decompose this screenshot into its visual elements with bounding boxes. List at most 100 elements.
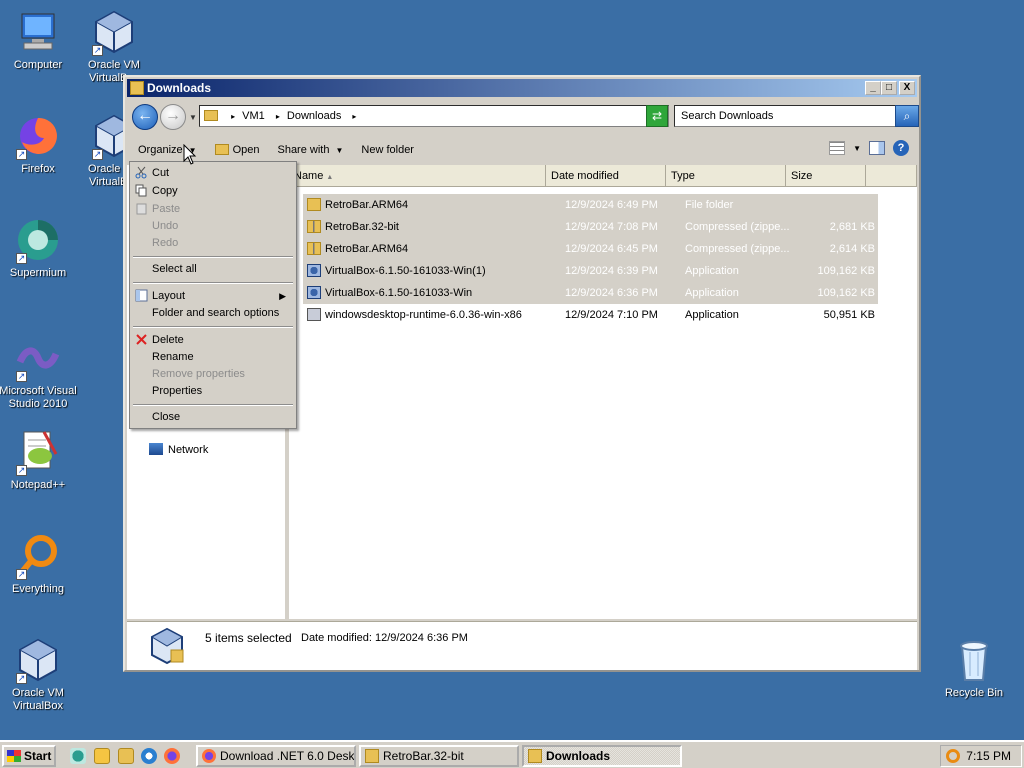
command-bar: Organize ▼ Open Share with ▼ New folder ▼ … — [129, 137, 915, 163]
file-date: 12/9/2024 6:39 PM — [565, 265, 658, 277]
share-with-button[interactable]: Share with ▼ — [268, 139, 352, 161]
refresh-button[interactable]: ⇄ — [646, 105, 668, 127]
breadcrumb-downloads[interactable]: Downloads — [287, 110, 341, 122]
menu-item-paste: Paste — [152, 203, 181, 215]
desktop-icon-firefox[interactable]: ↗ Firefox — [0, 112, 78, 176]
chevron-right-icon[interactable]: ▸ — [231, 112, 235, 121]
menu-separator — [133, 282, 293, 284]
share-with-label: Share with — [277, 144, 330, 156]
column-header-name[interactable]: Name ▲ — [289, 165, 546, 187]
mouse-cursor-icon — [183, 143, 197, 166]
taskbar: Start Download .NET 6.0 Deskt... RetroBa… — [0, 740, 1024, 768]
file-row[interactable]: RetroBar.ARM64 12/9/2024 6:49 PM File fo… — [303, 194, 878, 216]
menu-item-layout[interactable]: Layout ▶ — [152, 288, 292, 305]
forward-button[interactable]: → — [160, 104, 186, 130]
column-header-type[interactable]: Type — [666, 165, 786, 187]
desktop-icon-virtualbox-bottom[interactable]: ↗ Oracle VM VirtualBox — [0, 636, 78, 713]
file-name: VirtualBox-6.1.50-161033-Win(1) — [325, 265, 486, 277]
recent-pages-dropdown-icon[interactable]: ▼ — [189, 113, 197, 122]
search-icon: ⌕ — [903, 109, 911, 123]
chevron-right-icon[interactable]: ▸ — [276, 112, 280, 121]
column-header-filler — [866, 165, 917, 187]
search-button[interactable]: ⌕ — [895, 105, 919, 127]
open-button[interactable]: Open — [206, 139, 269, 161]
menu-item-delete[interactable]: Delete — [152, 332, 184, 349]
virtualbox-icon: ↗ — [90, 8, 138, 56]
search-input[interactable]: Search Downloads — [674, 105, 896, 127]
file-row[interactable]: VirtualBox-6.1.50-161033-Win 12/9/2024 6… — [303, 282, 878, 304]
start-label: Start — [24, 749, 52, 763]
taskbar-button-retrobar-folder[interactable]: RetroBar.32-bit — [359, 745, 519, 767]
everything-tray-icon[interactable] — [946, 749, 960, 763]
maximize-button[interactable]: □ — [881, 81, 897, 95]
desktop-icon-everything[interactable]: ↗ Everything — [0, 532, 78, 596]
address-bar[interactable]: ▸ VM1 ▸ Downloads ▸ ▼ — [199, 105, 669, 127]
explorer-quicklaunch-icon[interactable] — [118, 748, 134, 764]
file-name: RetroBar.ARM64 — [325, 243, 409, 255]
column-header-label: Name — [294, 170, 324, 182]
shortcut-arrow-icon: ↗ — [92, 149, 103, 160]
file-size: 2,681 KB — [829, 221, 875, 233]
supermium-quicklaunch-icon[interactable] — [70, 748, 86, 764]
file-size: 2,614 KB — [829, 243, 875, 255]
forward-arrow-icon: → — [165, 107, 181, 124]
change-view-icon[interactable] — [829, 141, 846, 155]
organize-label: Organize — [138, 144, 183, 156]
media-player-quicklaunch-icon[interactable] — [94, 748, 110, 764]
desktop-icon-recycle-bin[interactable]: Recycle Bin — [934, 636, 1014, 700]
clock[interactable]: 7:15 PM — [966, 749, 1011, 763]
organize-menu: Cut Copy Paste Undo Redo Select all Layo… — [129, 161, 297, 429]
network-icon — [149, 443, 163, 455]
nav-tree-network[interactable]: Network — [149, 443, 208, 456]
folder-icon — [307, 198, 321, 211]
shortcut-arrow-icon: ↗ — [92, 45, 103, 56]
menu-item-folder-options[interactable]: Folder and search options — [152, 305, 279, 322]
taskbar-button-downloads[interactable]: Downloads — [522, 745, 682, 767]
file-row[interactable]: windowsdesktop-runtime-6.0.36-win-x86 12… — [303, 304, 878, 326]
file-list: RetroBar.ARM64 12/9/2024 6:49 PM File fo… — [303, 194, 878, 326]
new-folder-button[interactable]: New folder — [352, 139, 423, 161]
desktop-icon-notepadpp[interactable]: ↗ Notepad++ — [0, 428, 78, 492]
internet-explorer-quicklaunch-icon[interactable] — [141, 748, 157, 764]
sort-ascending-icon: ▲ — [326, 174, 334, 181]
minimize-button[interactable]: _ — [865, 81, 881, 95]
title-bar[interactable]: Downloads _ □ X — [127, 79, 917, 97]
firefox-quicklaunch-icon[interactable] — [164, 748, 180, 764]
view-dropdown-icon[interactable]: ▼ — [853, 144, 861, 153]
desktop-icon-virtualbox-top[interactable]: ↗ Oracle VM VirtualBox — [74, 8, 154, 85]
help-icon[interactable]: ? — [893, 140, 909, 156]
start-button[interactable]: Start — [2, 745, 56, 767]
desktop-icon-supermium[interactable]: ↗ Supermium — [0, 216, 78, 280]
installer-app-icon — [307, 308, 321, 321]
taskbar-button-firefox[interactable]: Download .NET 6.0 Deskt... — [196, 745, 356, 767]
desktop-icon-visual-studio[interactable]: ↗ Microsoft Visual Studio 2010 — [0, 334, 78, 411]
column-header-size[interactable]: Size — [786, 165, 866, 187]
menu-item-properties[interactable]: Properties — [152, 383, 202, 400]
firefox-icon: ↗ — [14, 112, 62, 160]
chevron-down-icon: ▼ — [335, 146, 344, 155]
column-header-date[interactable]: Date modified — [546, 165, 666, 187]
chevron-right-icon[interactable]: ▸ — [352, 112, 356, 121]
open-label: Open — [232, 144, 260, 156]
task-label: Download .NET 6.0 Deskt... — [220, 749, 356, 763]
desktop-icon-computer[interactable]: Computer — [0, 8, 78, 72]
preview-pane-icon[interactable] — [869, 141, 885, 155]
menu-item-cut[interactable]: Cut — [152, 165, 169, 182]
desktop-icon-label: Supermium — [9, 267, 67, 279]
close-button[interactable]: X — [899, 81, 915, 95]
breadcrumb-vm1[interactable]: VM1 — [242, 110, 265, 122]
file-type: File folder — [685, 199, 734, 211]
notepadpp-icon: ↗ — [14, 428, 62, 476]
refresh-icon: ⇄ — [651, 109, 663, 123]
menu-item-copy[interactable]: Copy — [152, 183, 178, 200]
virtualbox-app-icon — [307, 264, 321, 277]
menu-item-close[interactable]: Close — [152, 409, 180, 426]
file-row[interactable]: RetroBar.ARM64 12/9/2024 6:45 PM Compres… — [303, 238, 878, 260]
menu-item-rename[interactable]: Rename — [152, 349, 194, 366]
menu-item-select-all[interactable]: Select all — [152, 261, 197, 278]
back-button[interactable]: ← — [132, 104, 158, 130]
file-row[interactable]: VirtualBox-6.1.50-161033-Win(1) 12/9/202… — [303, 260, 878, 282]
file-date: 12/9/2024 6:45 PM — [565, 243, 658, 255]
window-title: Downloads — [147, 81, 212, 95]
file-row[interactable]: RetroBar.32-bit 12/9/2024 7:08 PM Compre… — [303, 216, 878, 238]
